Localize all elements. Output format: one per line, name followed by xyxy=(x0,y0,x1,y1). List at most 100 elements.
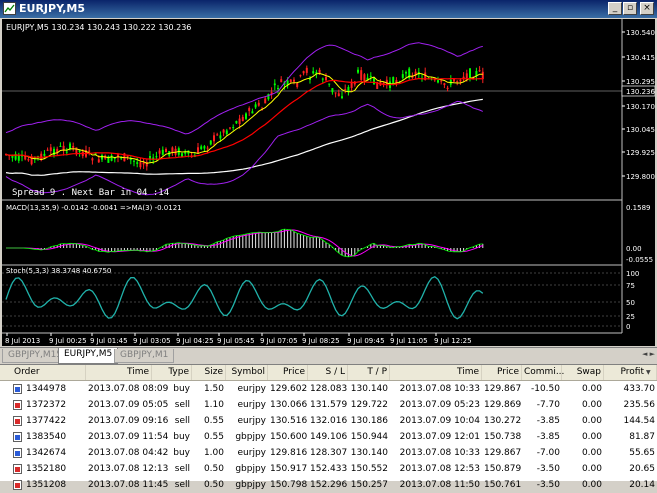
table-row[interactable]: 1344978 2013.07.08 08:09 buy 1.50 eurjpy 129.… xyxy=(0,381,657,397)
table-row[interactable]: 1383540 2013.07.09 11:54 buy 0.55 gbpjpy 150.… xyxy=(0,429,657,445)
time-tick-label: 9 Jul 07:05 xyxy=(260,337,298,345)
table-row[interactable]: 1372372 2013.07.09 05:05 sell 1.10 eurjpy 130… xyxy=(0,397,657,413)
col-swap[interactable]: Swap xyxy=(562,365,604,380)
cell-open-time: 2013.07.08 04:42 xyxy=(88,448,169,458)
stoch-tick-label: 0 xyxy=(626,323,630,331)
terminal-header: Order Time Type Size Symbol Price S / L … xyxy=(0,365,657,381)
candle-body xyxy=(469,68,471,79)
table-row[interactable]: 1342674 2013.07.08 04:42 buy 1.00 eurjpy 129.… xyxy=(0,445,657,461)
col-stop-loss[interactable]: S / L xyxy=(308,365,348,380)
col-commission[interactable]: Commi... xyxy=(522,365,564,380)
candle-body xyxy=(312,71,315,74)
fast-ma-line xyxy=(5,72,483,164)
candle-body xyxy=(481,71,484,80)
chart-info-label: EURJPY,M5 130.234 130.243 130.222 130.23… xyxy=(6,23,191,32)
candle-body xyxy=(459,79,462,82)
cell-symbol: eurjpy xyxy=(237,384,266,394)
cell-swap: 0.00 xyxy=(581,432,602,442)
candle-body xyxy=(91,158,94,161)
col-price[interactable]: Price xyxy=(268,365,308,380)
cell-symbol: eurjpy xyxy=(237,400,266,410)
candle-body xyxy=(203,146,206,149)
candle-body xyxy=(293,79,295,82)
col-type[interactable]: Type xyxy=(152,365,192,380)
col-take-profit[interactable]: T / P xyxy=(348,365,390,380)
cell-size: 1.50 xyxy=(203,384,224,394)
candle-body xyxy=(273,83,276,86)
candle-body xyxy=(456,81,459,83)
candle-body xyxy=(161,149,164,155)
price-tick-label: 130.045 xyxy=(626,126,655,134)
terminal-panel: Order Time Type Size Symbol Price S / L … xyxy=(0,364,657,490)
cell-tp: 130.140 xyxy=(350,448,388,458)
cell-price: 129.602 xyxy=(270,384,308,394)
close-button[interactable]: × xyxy=(640,2,654,15)
cell-tp: 150.552 xyxy=(350,464,388,474)
price-tick-label: 130.415 xyxy=(626,54,655,62)
cell-type: sell xyxy=(174,464,190,474)
tab-eurjpy-m5[interactable]: EURJPY,M5 xyxy=(58,348,119,364)
cell-time: 2013.07.09 05:23 xyxy=(399,400,480,410)
cell-order: 1342674 xyxy=(26,448,67,458)
col-order[interactable]: Order xyxy=(0,365,86,380)
candle-body xyxy=(251,111,254,114)
candle-body xyxy=(453,79,455,82)
minimize-button[interactable]: _ xyxy=(608,2,622,15)
cell-profit: 81.87 xyxy=(629,432,655,442)
cell-sl: 152.433 xyxy=(310,464,348,474)
time-tick-label: 9 Jul 11:05 xyxy=(390,337,428,345)
candle-body xyxy=(478,70,481,72)
candle-body xyxy=(341,96,343,98)
candle-body xyxy=(181,153,183,157)
table-row[interactable]: 1351208 2013.07.08 11:45 sell 0.50 gbpjpy 150… xyxy=(0,477,657,493)
cell-order: 1372372 xyxy=(26,400,67,410)
tab-scroll-arrows-icon[interactable]: ◄ ► xyxy=(642,350,655,358)
cell-type: sell xyxy=(174,480,190,490)
col-current-price[interactable]: Price xyxy=(482,365,522,380)
table-row[interactable]: 1352180 2013.07.08 12:13 sell 0.50 gbpjpy 150… xyxy=(0,461,657,477)
price-tick-label: 130.295 xyxy=(626,78,655,86)
candle-body xyxy=(158,150,161,154)
maximize-button[interactable]: ▫ xyxy=(623,2,637,15)
cell-order: 1383540 xyxy=(26,432,67,442)
tab-gbpjpy-m1[interactable]: GBPJPY,M1 xyxy=(114,349,175,363)
cell-open-time: 2013.07.08 11:45 xyxy=(88,480,169,490)
candle-body xyxy=(139,162,142,168)
stoch-tick-label: 100 xyxy=(626,270,639,278)
candle-body xyxy=(197,147,199,154)
candle-body xyxy=(331,88,334,93)
time-tick-label: 8 Jul 2013 xyxy=(5,337,40,345)
candle-body xyxy=(171,147,174,153)
cell-symbol: eurjpy xyxy=(237,448,266,458)
macd-label: MACD(13,35,9) -0.0142 -0.0041 =>MA(3) -0… xyxy=(6,204,182,212)
col-open-time[interactable]: Time xyxy=(86,365,152,380)
price-chart[interactable]: EURJPY,M5 130.234 130.243 130.222 130.23… xyxy=(2,19,655,346)
chart-area[interactable]: EURJPY,M5 130.234 130.243 130.222 130.23… xyxy=(2,19,655,346)
price-tick-label: 129.925 xyxy=(626,149,655,157)
candle-body xyxy=(360,70,363,80)
candle-body xyxy=(235,121,238,124)
cell-size: 0.55 xyxy=(203,432,224,442)
chart-window-icon xyxy=(3,2,16,15)
candle-body xyxy=(110,155,113,161)
sort-desc-icon: ▼ xyxy=(646,369,651,376)
stoch-label: Stoch(5,3,3) 38.3748 40.6750 xyxy=(6,267,111,275)
title-bar: EURJPY,M5 _ ▫ × xyxy=(0,0,657,18)
cell-commission: -3.50 xyxy=(536,464,560,474)
cell-order: 1344978 xyxy=(26,384,67,394)
candle-body xyxy=(43,153,46,156)
cell-sl: 128.307 xyxy=(310,448,348,458)
time-tick-label: 9 Jul 03:05 xyxy=(133,337,171,345)
col-time[interactable]: Time xyxy=(390,365,482,380)
cell-profit: 55.65 xyxy=(629,448,655,458)
col-symbol[interactable]: Symbol xyxy=(226,365,268,380)
candle-body xyxy=(443,83,446,86)
cell-cur-price: 150.879 xyxy=(484,464,522,474)
cell-symbol: gbpjpy xyxy=(235,432,266,442)
candle-body xyxy=(347,86,350,92)
table-row[interactable]: 1377422 2013.07.09 09:16 sell 0.55 eurjpy 130… xyxy=(0,413,657,429)
candle-body xyxy=(65,151,68,153)
cell-profit: 433.70 xyxy=(623,384,656,394)
cell-cur-price: 150.738 xyxy=(484,432,522,442)
col-size[interactable]: Size xyxy=(192,365,226,380)
